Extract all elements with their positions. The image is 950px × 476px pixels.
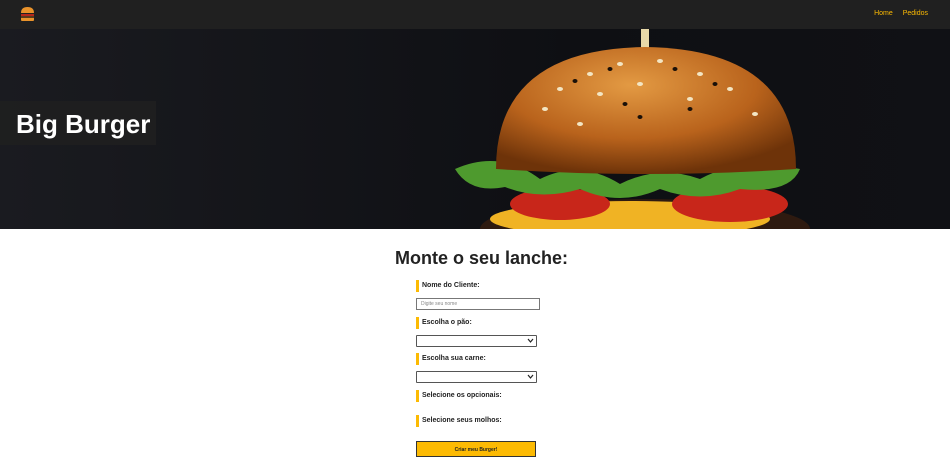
optionals-label: Selecione os opcionais:: [416, 390, 502, 402]
client-name-input[interactable]: [416, 298, 540, 310]
form-title: Monte o seu lanche:: [395, 248, 569, 268]
top-navbar: Home Pedidos: [0, 0, 950, 29]
meat-select[interactable]: [416, 371, 537, 383]
burger-logo-icon[interactable]: [20, 6, 35, 22]
hero-title: Big Burger: [16, 109, 151, 139]
create-burger-button[interactable]: Criar meu Burger!: [416, 441, 536, 457]
client-name-label: Nome do Cliente:: [416, 280, 480, 292]
hero-banner: Big Burger: [0, 29, 950, 229]
bread-label: Escolha o pão:: [416, 317, 472, 329]
sauces-label: Selecione seus molhos:: [416, 415, 502, 427]
chevron-down-icon: [527, 374, 534, 379]
hero-title-box: Big Burger: [0, 101, 156, 145]
nav-link-orders[interactable]: Pedidos: [903, 10, 928, 17]
nav-link-home[interactable]: Home: [874, 10, 893, 17]
chevron-down-icon: [527, 338, 534, 343]
meat-label: Escolha sua carne:: [416, 353, 486, 365]
bread-select[interactable]: [416, 335, 537, 347]
